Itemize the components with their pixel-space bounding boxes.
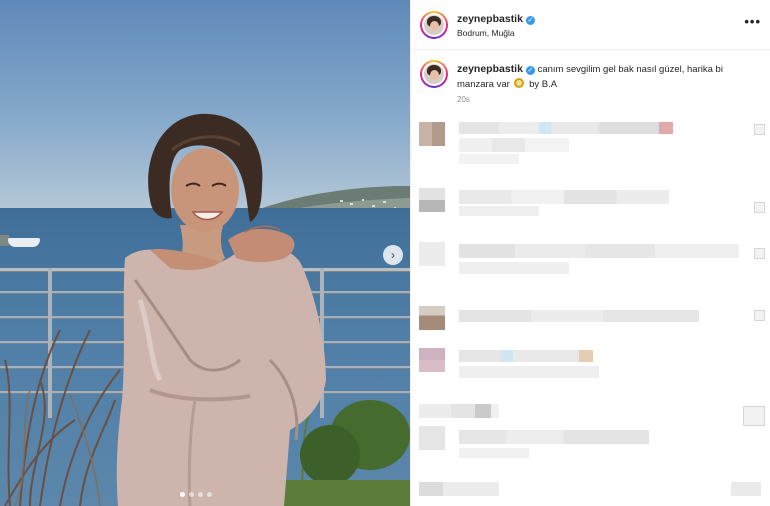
avatar[interactable]	[420, 11, 448, 39]
caption-username[interactable]: zeynepbastik ✓	[457, 63, 535, 75]
carousel-dot	[207, 492, 212, 497]
carousel-dots	[180, 492, 212, 497]
like-icon-blurred[interactable]	[754, 248, 765, 259]
verified-badge-icon: ✓	[525, 16, 535, 25]
carousel-dot	[198, 492, 203, 497]
comment-blurred	[411, 478, 770, 506]
caption-avatar[interactable]	[420, 60, 448, 88]
comment-blurred	[411, 344, 770, 390]
post-photo: ›	[0, 0, 410, 506]
carousel-dot	[189, 492, 194, 497]
post-details-panel: zeynepbastik ✓ Bodrum, Muğla ••• zeynepba…	[410, 0, 770, 506]
like-icon-blurred[interactable]	[754, 310, 765, 321]
post-time[interactable]: 20s	[457, 95, 470, 104]
carousel-next-button[interactable]: ›	[383, 245, 403, 265]
person	[116, 113, 326, 506]
chevron-right-icon: ›	[391, 248, 395, 262]
profile-photo	[424, 15, 444, 35]
caption-credit: by B.A	[529, 79, 558, 90]
profile-photo	[424, 64, 444, 84]
ring-emoji-icon	[514, 78, 525, 88]
comment-blurred	[411, 186, 770, 232]
comment-avatar-blurred	[419, 122, 445, 146]
carousel-dot	[180, 492, 185, 497]
post-header: zeynepbastik ✓ Bodrum, Muğla •••	[411, 0, 770, 50]
like-icon-blurred[interactable]	[743, 406, 765, 426]
comment-blurred	[411, 402, 770, 470]
comment-blurred	[411, 118, 770, 178]
username-text[interactable]: zeynepbastik	[457, 13, 523, 25]
comment-blurred	[411, 240, 770, 292]
location-link[interactable]: Bodrum, Muğla	[457, 28, 515, 38]
more-options-icon[interactable]: •••	[744, 14, 761, 29]
comment-blurred	[411, 300, 770, 340]
like-icon-blurred[interactable]	[754, 124, 765, 135]
post-caption: zeynepbastik ✓ canım sevgilim gel bak nas…	[457, 62, 747, 92]
like-icon-blurred[interactable]	[754, 202, 765, 213]
verified-badge-icon: ✓	[525, 66, 535, 75]
header-username[interactable]: zeynepbastik ✓	[457, 13, 535, 25]
